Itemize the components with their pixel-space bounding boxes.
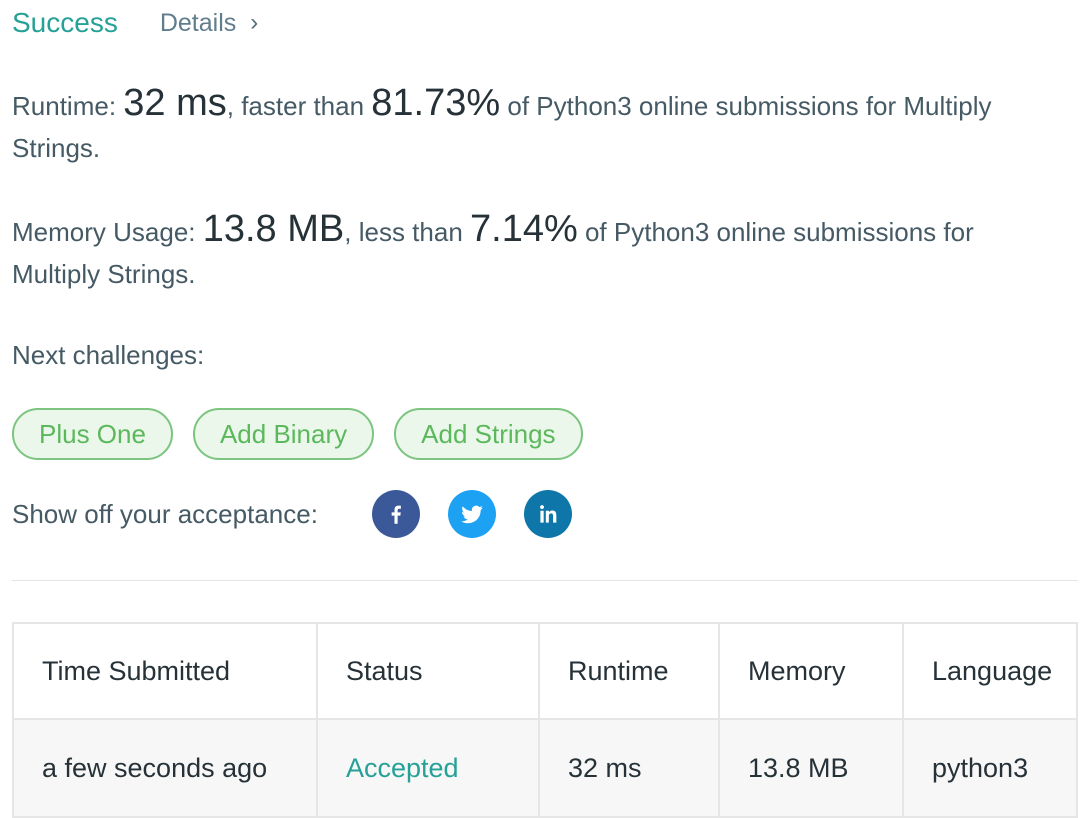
memory-label: Memory Usage: xyxy=(12,217,203,247)
table-row: a few seconds ago Accepted 32 ms 13.8 MB… xyxy=(12,718,1078,818)
share-label: Show off your acceptance: xyxy=(12,498,318,529)
details-link[interactable]: Details › xyxy=(160,9,258,38)
runtime-value: 32 ms xyxy=(123,82,227,124)
cell-runtime: 32 ms xyxy=(538,718,720,818)
runtime-percent: 81.73% xyxy=(371,82,501,124)
column-header-memory: Memory xyxy=(718,622,904,720)
table-header-row: Time Submitted Status Runtime Memory Lan… xyxy=(12,622,1078,720)
submission-table: Time Submitted Status Runtime Memory Lan… xyxy=(12,622,1078,818)
challenge-chip-plus-one[interactable]: Plus One xyxy=(12,408,173,460)
cell-language: python3 xyxy=(902,718,1078,818)
memory-compare: , less than xyxy=(344,217,470,247)
divider xyxy=(12,580,1078,581)
details-label: Details xyxy=(159,8,237,37)
linkedin-icon[interactable] xyxy=(523,490,572,538)
column-header-runtime: Runtime xyxy=(538,622,720,720)
next-challenges-label: Next challenges: xyxy=(12,340,205,370)
next-challenges-list: Plus One Add Binary Add Strings xyxy=(12,408,583,460)
challenge-chip-add-strings[interactable]: Add Strings xyxy=(394,408,583,460)
memory-value: 13.8 MB xyxy=(202,208,345,250)
runtime-label: Runtime: xyxy=(12,91,124,121)
runtime-compare: , faster than xyxy=(226,91,372,121)
column-header-language: Language xyxy=(902,622,1078,720)
runtime-summary: Runtime: 32 ms, faster than 81.73% of Py… xyxy=(12,82,1052,169)
chevron-right-icon: › xyxy=(250,9,259,36)
cell-status-accepted-link[interactable]: Accepted xyxy=(316,718,540,818)
facebook-icon[interactable] xyxy=(371,490,420,538)
status-title: Success xyxy=(12,7,118,38)
twitter-icon[interactable] xyxy=(447,490,496,538)
memory-percent: 7.14% xyxy=(470,208,578,250)
cell-memory: 13.8 MB xyxy=(718,718,904,818)
result-header: Success Details › xyxy=(12,0,258,46)
column-header-status: Status xyxy=(316,622,540,720)
challenge-chip-add-binary[interactable]: Add Binary xyxy=(192,408,375,460)
memory-summary: Memory Usage: 13.8 MB, less than 7.14% o… xyxy=(12,208,1052,295)
column-header-time-submitted: Time Submitted xyxy=(12,622,318,720)
share-section: Show off your acceptance: xyxy=(12,490,600,538)
cell-time-submitted: a few seconds ago xyxy=(12,718,318,818)
